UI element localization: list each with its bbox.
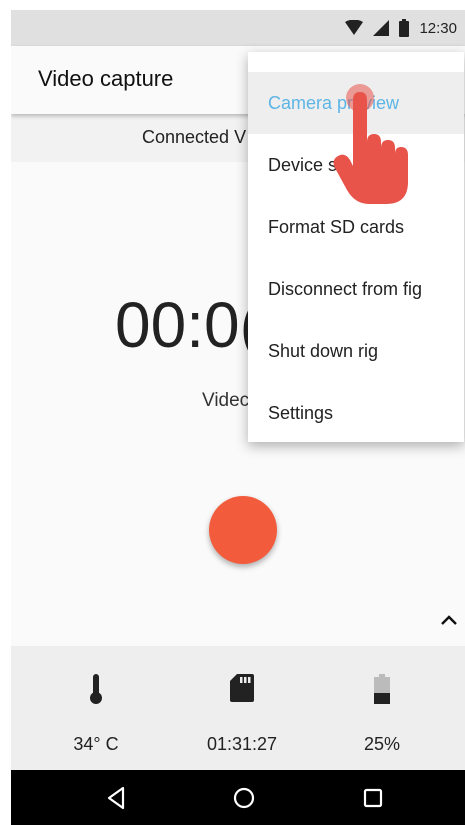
recent-apps-icon[interactable] [359,784,387,812]
sd-card-stat: 01:31:27 [167,646,317,770]
recording-timer: 00:0( [115,289,261,361]
chevron-up-icon[interactable] [437,608,461,632]
record-button[interactable] [209,496,277,564]
status-icons: 12:30 [345,10,457,46]
temperature-value: 34° C [73,734,119,754]
device-stats-bar: 34° C 01:31:27 25% [11,646,465,770]
signal-icon [373,20,390,36]
navigation-bar [11,770,465,825]
recording-time-remaining: 01:31:27 [206,734,278,754]
battery-icon [399,19,410,37]
wifi-icon [345,20,364,36]
status-bar: 12:30 [11,10,465,46]
battery-level-icon [374,674,390,709]
connection-status-text: Connected V [142,127,247,147]
thermometer-icon [89,674,103,709]
tap-hand-icon [329,82,419,217]
menu-item-settings[interactable]: Settings [248,382,464,444]
temperature-stat: 34° C [21,646,171,770]
battery-value: 25% [363,734,401,754]
sd-card-icon [230,674,254,707]
capture-mode-label: Videc [202,390,250,411]
back-icon[interactable] [103,784,131,812]
menu-item-shut-down[interactable]: Shut down rig [248,320,464,382]
app-title: Video capture [38,66,174,91]
menu-item-disconnect[interactable]: Disconnect from fig [248,258,464,320]
home-icon[interactable] [230,784,258,812]
phone-screen: 12:30 Video capture Connected V 00:0( Vi… [11,10,465,825]
battery-stat: 25% [307,646,457,770]
status-time: 12:30 [419,19,457,37]
